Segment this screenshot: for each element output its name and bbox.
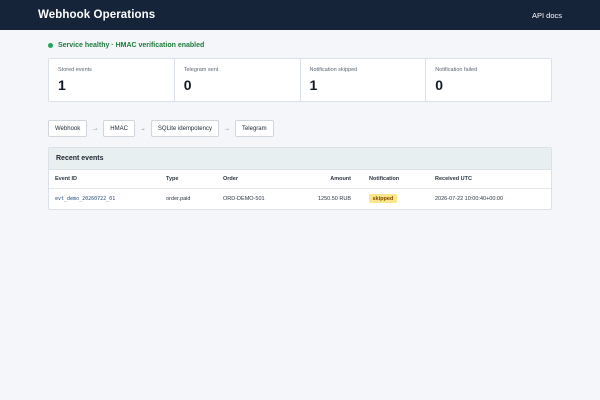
column-header-order: Order [217, 170, 292, 189]
stat-label: Telegram sent [183, 67, 219, 73]
table-header-row: Event ID Type Order Amount Notification … [49, 170, 551, 189]
api-docs-link[interactable]: API docs [532, 11, 562, 20]
table-row: evt_demo_20260722_01 order.paid ORD-DEMO… [49, 188, 551, 209]
stat-value: 0 [435, 77, 444, 93]
app-title: Webhook Operations [38, 9, 156, 21]
notification-status-badge: skipped [369, 194, 397, 204]
pipeline-step-sqlite: SQLite idempotency [150, 120, 219, 137]
stat-value: 0 [183, 77, 192, 93]
amount: 1250.50 RUB [317, 195, 351, 202]
column-header-type: Type [160, 170, 217, 189]
arrow-right-icon: → [223, 125, 230, 132]
stat-label: Stored events [58, 67, 92, 73]
arrow-right-icon: → [92, 125, 99, 132]
pipeline-step-telegram: Telegram [234, 120, 274, 137]
stats-panel: Stored events 1 Telegram sent 0 Notifica… [48, 58, 552, 102]
notification-cell: skipped [363, 188, 429, 209]
recent-events-panel: Recent events Event ID Type Order Amount… [48, 147, 552, 210]
event-id: evt_demo_20260722_01 [55, 195, 116, 202]
arrow-right-icon: → [139, 125, 146, 132]
event-id-cell: evt_demo_20260722_01 [49, 188, 160, 209]
status-dot-icon [48, 42, 53, 48]
stat-notification-failed: Notification failed 0 [426, 59, 551, 101]
stat-label: Notification skipped [309, 67, 358, 73]
top-navbar: Webhook Operations API docs [0, 0, 600, 30]
pipeline-flow: Webhook → HMAC → SQLite idempotency → Te… [48, 120, 274, 137]
received-timestamp: 2026-07-22 10:00:40+00:00 [435, 195, 504, 202]
stat-value: 1 [58, 77, 66, 93]
events-table: Event ID Type Order Amount Notification … [49, 170, 551, 209]
column-header-received: Received UTC [429, 170, 551, 189]
order-id: ORD-DEMO-501 [223, 195, 265, 202]
service-status: Service healthy · HMAC verification enab… [48, 40, 204, 50]
status-text: Service healthy · HMAC verification enab… [58, 41, 205, 49]
panel-title: Recent events [49, 148, 551, 170]
stat-label: Notification failed [435, 67, 478, 73]
column-header-notification: Notification [363, 170, 429, 189]
event-type: order.paid [166, 195, 191, 202]
column-header-event-id: Event ID [49, 170, 160, 189]
stat-stored-events: Stored events 1 [49, 59, 175, 101]
column-header-amount: Amount [292, 170, 363, 189]
stat-notification-skipped: Notification skipped 1 [301, 59, 427, 101]
stat-value: 1 [309, 77, 318, 93]
pipeline-step-webhook: Webhook [48, 120, 88, 137]
pipeline-step-hmac: HMAC [103, 120, 135, 137]
stat-telegram-sent: Telegram sent 0 [175, 59, 301, 101]
